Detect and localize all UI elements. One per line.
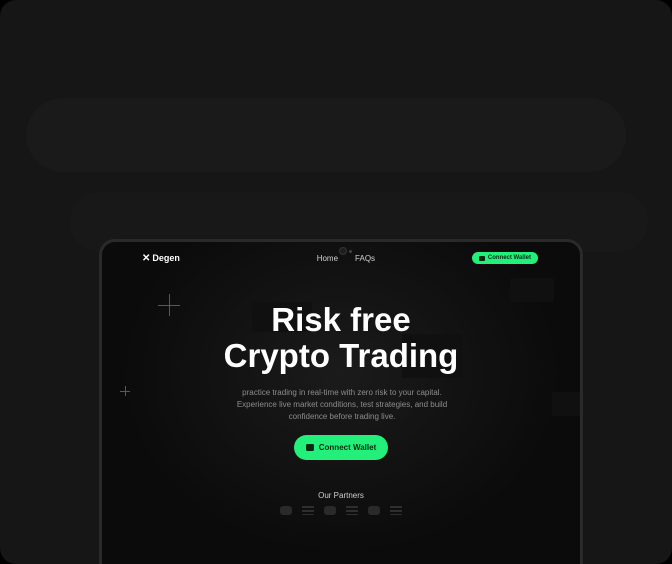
hero-subtitle-line2: Experience live market conditions, test … xyxy=(236,400,448,409)
partner-logo xyxy=(368,506,380,515)
sparkle-icon xyxy=(120,386,130,396)
grid-tile xyxy=(552,392,580,416)
partner-logo xyxy=(390,506,402,515)
hero-title: Risk free Crypto Trading xyxy=(102,302,580,374)
laptop-frame: ✕ Degen Home FAQs Connect Wallet Risk fr… xyxy=(99,239,583,564)
brand-logo[interactable]: ✕ Degen xyxy=(142,253,180,264)
nav-links: Home FAQs xyxy=(317,254,375,263)
nav-connect-wallet-button[interactable]: Connect Wallet xyxy=(471,252,538,264)
connect-wallet-button[interactable]: Connect Wallet xyxy=(294,435,388,460)
hero-subtitle-line3: confidence before trading live. xyxy=(288,412,396,421)
laptop-screen: ✕ Degen Home FAQs Connect Wallet Risk fr… xyxy=(102,242,580,564)
grid-tile xyxy=(510,278,554,302)
camera-sensor xyxy=(349,250,352,253)
partner-logo xyxy=(302,506,314,515)
nav-connect-wallet-label: Connect Wallet xyxy=(487,255,531,261)
brand-name: Degen xyxy=(152,253,180,263)
page-canvas: ✕ Degen Home FAQs Connect Wallet Risk fr… xyxy=(0,0,672,564)
nav-link-home[interactable]: Home xyxy=(317,254,338,263)
hero-title-line1: Risk free xyxy=(271,301,411,338)
brand-x-icon: ✕ xyxy=(142,252,150,264)
hero-title-line2: Crypto Trading xyxy=(223,337,459,374)
nav-link-faqs[interactable]: FAQs xyxy=(355,254,375,263)
partner-logo xyxy=(324,506,336,515)
wallet-icon xyxy=(305,444,314,451)
hero-subtitle: practice trading in real-time with zero … xyxy=(232,387,452,423)
partner-logo xyxy=(346,506,358,515)
hero-subtitle-line1: practice trading in real-time with zero … xyxy=(242,388,442,397)
partners-title: Our Partners xyxy=(318,491,364,500)
camera-icon xyxy=(339,247,347,255)
background-pill xyxy=(26,98,626,172)
partner-logos xyxy=(280,506,402,515)
wallet-icon xyxy=(478,255,485,261)
partner-logo xyxy=(280,506,292,515)
connect-wallet-label: Connect Wallet xyxy=(318,443,377,452)
